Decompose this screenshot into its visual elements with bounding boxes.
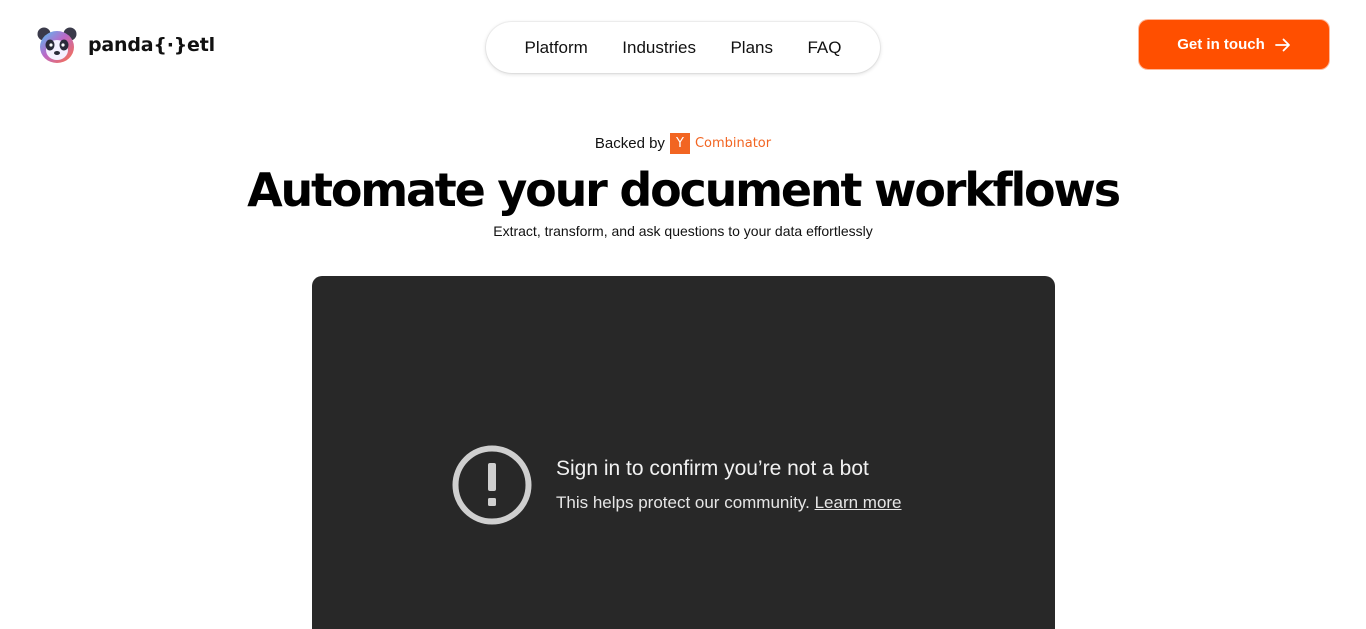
main-nav: Platform Industries Plans FAQ [486,22,880,73]
get-in-touch-button[interactable]: Get in touch [1138,19,1330,70]
alert-circle-icon [452,445,532,525]
panda-logo-icon [37,27,77,63]
bot-check-body: This helps protect our community. Learn … [556,493,902,513]
nav-industries[interactable]: Industries [622,38,696,58]
bot-check-notice: Sign in to confirm you’re not a bot This… [452,445,902,525]
y-combinator-mark: Y [669,133,690,154]
nav-platform[interactable]: Platform [524,38,587,58]
backed-by-label: Backed by [594,135,665,152]
y-combinator-logo: Y Combinator [669,133,772,154]
logo-wordmark: panda{·}etl [88,34,215,56]
nav-faq[interactable]: FAQ [807,38,841,58]
hero-subtitle: Extract, transform, and ask questions to… [493,223,873,239]
get-in-touch-label: Get in touch [1177,36,1265,53]
y-combinator-wordmark: Combinator [694,136,772,151]
arrow-right-icon [1274,38,1290,51]
page: panda{·}etl Platform Industries Plans FA… [0,0,1366,629]
bot-check-description: This helps protect our community. [556,493,810,512]
bot-check-text: Sign in to confirm you’re not a bot This… [556,457,902,513]
embedded-video[interactable]: Sign in to confirm you’re not a bot This… [312,276,1055,629]
nav-plans[interactable]: Plans [730,38,773,58]
learn-more-link[interactable]: Learn more [815,493,902,512]
hero-title: Automate your document workflows [247,163,1121,217]
backed-by: Backed by Y Combinator [0,133,1366,154]
logo-link[interactable]: panda{·}etl [37,26,215,64]
bot-check-title: Sign in to confirm you’re not a bot [556,457,869,480]
